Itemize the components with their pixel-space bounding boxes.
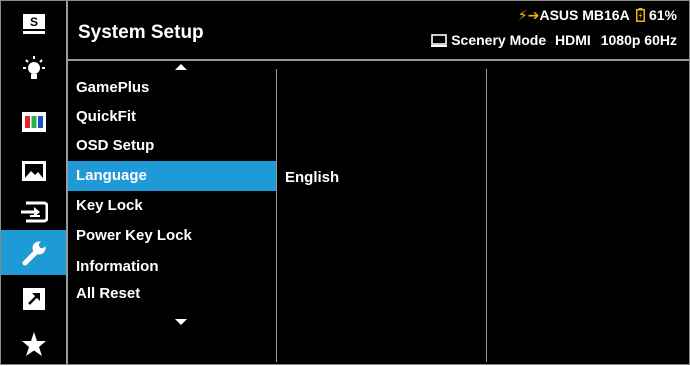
- shortcut-icon[interactable]: [1, 276, 66, 321]
- menu-item-key-lock[interactable]: Key Lock: [68, 191, 276, 221]
- splendid-icon[interactable]: S: [1, 1, 66, 46]
- osd-menu-body: GamePlus QuickFit OSD Setup Language Key…: [68, 61, 689, 364]
- blue-light-filter-icon[interactable]: [1, 46, 66, 91]
- status-line-device: ⚡➔ASUS MB16A 61%: [518, 7, 677, 24]
- scroll-down-arrow-icon[interactable]: [175, 319, 187, 325]
- menu-item-information[interactable]: Information: [68, 252, 276, 282]
- osd-window: S System Setup ⚡➔ASUS MB16A 61% Scenery …: [0, 0, 690, 365]
- submenu-option-english[interactable]: English: [285, 163, 339, 193]
- input-label: HDMI: [555, 32, 591, 48]
- image-icon[interactable]: [1, 148, 66, 193]
- input-select-icon[interactable]: [1, 189, 66, 234]
- menu-item-gameplus[interactable]: GamePlus: [68, 73, 276, 103]
- page-title: System Setup: [78, 22, 204, 43]
- color-icon[interactable]: [1, 99, 66, 144]
- column-divider: [486, 69, 487, 362]
- model-name: ASUS MB16A: [539, 7, 630, 23]
- main-menu-icon-column: S: [1, 1, 68, 364]
- mode-label: Scenery Mode: [451, 32, 547, 48]
- menu-item-osd-setup[interactable]: OSD Setup: [68, 131, 276, 161]
- system-setup-icon[interactable]: [1, 230, 66, 275]
- column-divider: [276, 69, 277, 362]
- charging-icon: ⚡➔: [517, 7, 540, 23]
- myfavorite-star-icon[interactable]: [1, 321, 66, 366]
- scroll-up-arrow-icon[interactable]: [175, 64, 187, 70]
- menu-item-power-key-lock[interactable]: Power Key Lock: [68, 221, 276, 251]
- status-line-signal: Scenery Mode HDMI 1080p 60Hz: [431, 32, 677, 50]
- monitor-icon: [431, 34, 448, 50]
- battery-icon: [633, 7, 649, 23]
- svg-text:S: S: [29, 15, 37, 29]
- battery-level: 61%: [648, 7, 677, 23]
- menu-item-language[interactable]: Language: [68, 161, 276, 191]
- menu-item-all-reset[interactable]: All Reset: [68, 279, 276, 309]
- menu-item-quickfit[interactable]: QuickFit: [68, 102, 276, 132]
- resolution-label: 1080p 60Hz: [600, 32, 677, 48]
- osd-header: System Setup ⚡➔ASUS MB16A 61% Scenery Mo…: [68, 1, 689, 61]
